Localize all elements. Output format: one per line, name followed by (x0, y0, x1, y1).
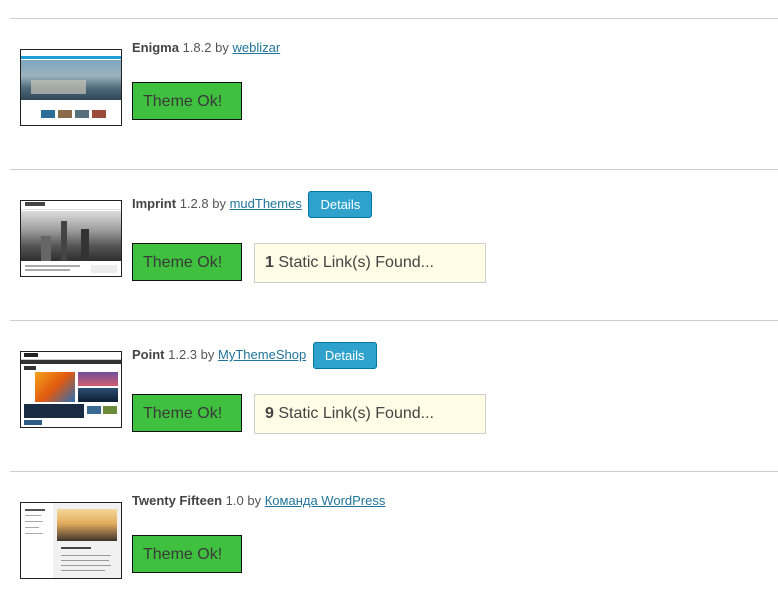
details-button[interactable]: Details (312, 342, 377, 369)
theme-check-list: Enigma 1.8.2 by weblizar Theme Ok! Impri… (0, 0, 778, 594)
static-links-count: 9 (265, 405, 274, 422)
theme-screenshot-point (20, 351, 122, 428)
divider (10, 18, 778, 19)
details-button[interactable]: Details (308, 191, 373, 218)
theme-ok-badge: Theme Ok! (132, 243, 242, 281)
static-links-notice[interactable]: 1 Static Link(s) Found... (254, 243, 486, 283)
theme-header-enigma: Enigma 1.8.2 by weblizar (132, 40, 280, 56)
theme-author-link[interactable]: weblizar (233, 40, 281, 55)
divider (10, 320, 778, 321)
theme-author-link[interactable]: MyThemeShop (218, 347, 306, 362)
theme-ok-badge: Theme Ok! (132, 394, 242, 432)
theme-version: 1.0 (225, 493, 244, 508)
divider (10, 471, 778, 472)
theme-name: Enigma (132, 40, 179, 55)
theme-author-link[interactable]: mudThemes (230, 196, 302, 211)
theme-header-twenty-fifteen: Twenty Fifteen 1.0 by Команда WordPress (132, 493, 385, 509)
by-label: by (247, 493, 262, 508)
theme-name: Imprint (132, 195, 177, 211)
theme-name: Twenty Fifteen (132, 493, 223, 508)
static-links-notice[interactable]: 9 Static Link(s) Found... (254, 394, 486, 434)
theme-header-point: Point 1.2.3 by MyThemeShop Details (132, 342, 377, 369)
theme-ok-badge: Theme Ok! (132, 535, 242, 573)
static-links-count: 1 (265, 254, 274, 271)
static-links-label: Static Link(s) Found... (278, 254, 434, 271)
theme-screenshot-imprint (20, 200, 122, 277)
theme-ok-badge: Theme Ok! (132, 82, 242, 120)
theme-screenshot-twenty-fifteen (20, 502, 122, 579)
theme-version: 1.2.8 (179, 195, 209, 211)
by-label: by (215, 40, 229, 55)
theme-author-link[interactable]: Команда WordPress (265, 493, 386, 508)
by-label: by (200, 346, 215, 362)
divider (10, 169, 778, 170)
static-links-label: Static Link(s) Found... (278, 405, 434, 422)
theme-header-imprint: Imprint 1.2.8 by mudThemes Details (132, 191, 373, 218)
theme-version: 1.8.2 (182, 40, 212, 55)
by-label: by (212, 195, 226, 211)
theme-name: Point (132, 346, 165, 362)
theme-version: 1.2.3 (168, 346, 198, 362)
theme-screenshot-enigma (20, 49, 122, 126)
